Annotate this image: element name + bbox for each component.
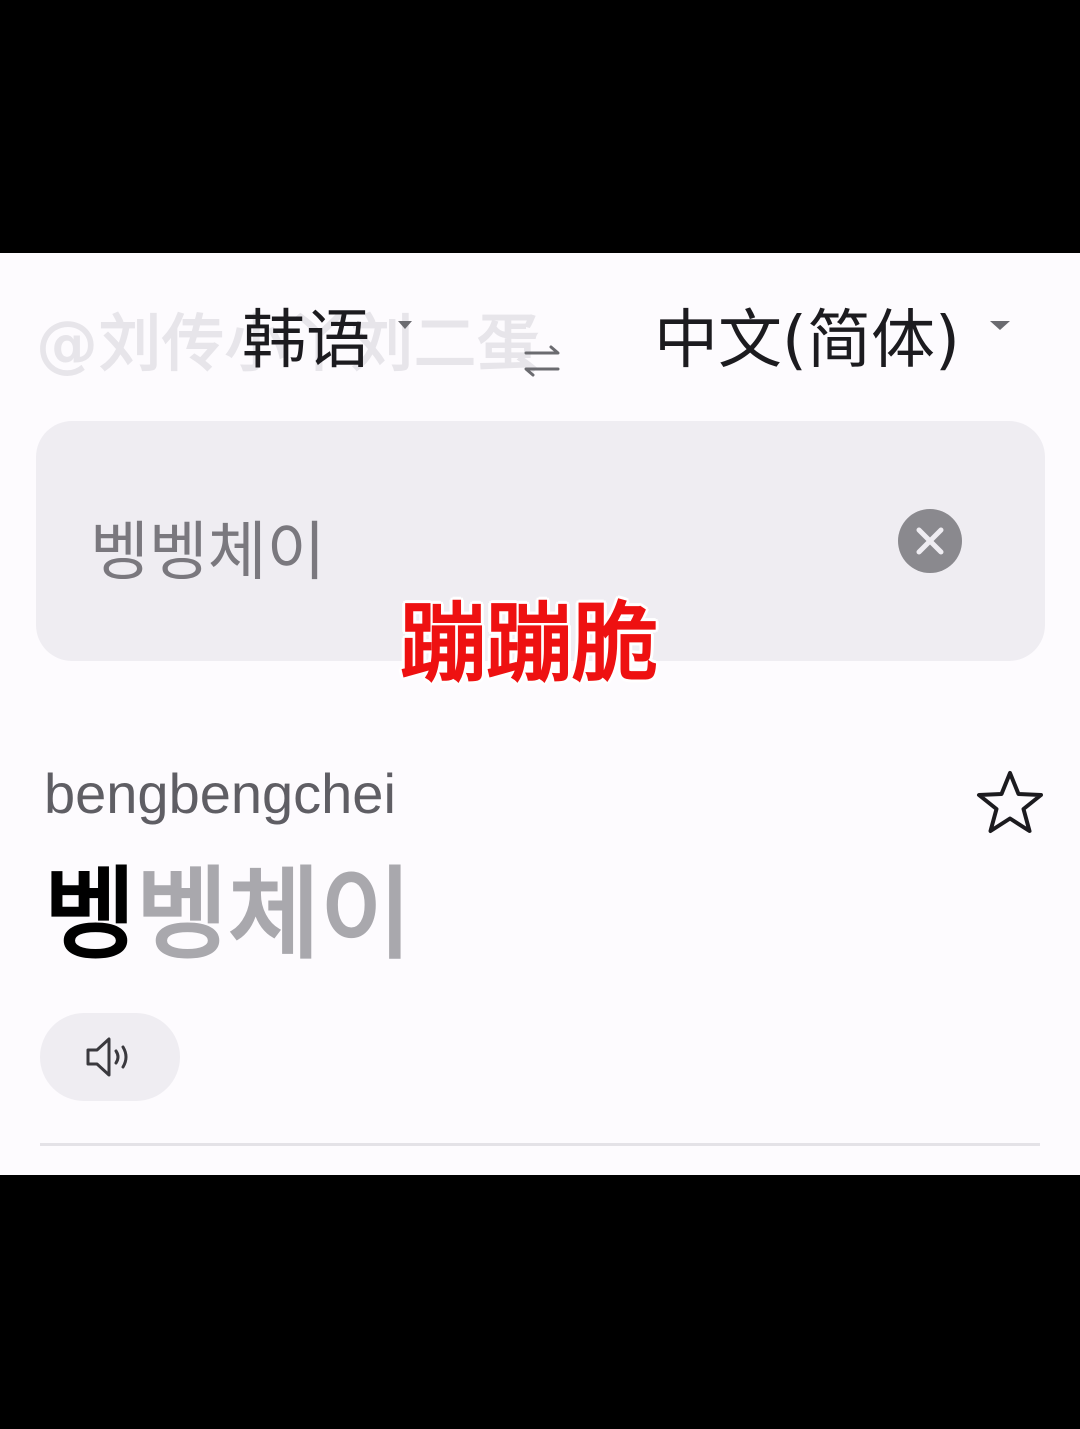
translation-result: 벵벵체이 bbox=[44, 833, 412, 978]
letterbox-top bbox=[0, 0, 1080, 253]
letterbox-bottom bbox=[0, 1175, 1080, 1429]
highlighted-syllable: 벵 bbox=[44, 856, 136, 973]
romanization-text: bengbengchei bbox=[44, 762, 396, 825]
source-text-input[interactable]: 벵벵체이 bbox=[90, 501, 326, 593]
language-bar: 韩语 中文(简体) bbox=[0, 253, 1080, 403]
source-language-selector[interactable]: 韩语 bbox=[242, 289, 370, 381]
caret-down-icon[interactable] bbox=[398, 321, 412, 329]
remaining-syllables: 벵체이 bbox=[136, 856, 412, 973]
target-language-selector[interactable]: 中文(简体) bbox=[654, 289, 960, 381]
video-caption: 蹦蹦脆 bbox=[400, 594, 658, 694]
translate-app: @刘传小丫刘二蛋 韩语 中文(简体) 벵벵체이 蹦蹦脆 bengbengchei… bbox=[0, 253, 1080, 1175]
clear-circle-icon[interactable] bbox=[898, 509, 962, 573]
speak-button[interactable] bbox=[40, 1013, 180, 1101]
divider bbox=[40, 1143, 1040, 1146]
swap-arrows-icon[interactable] bbox=[518, 339, 566, 383]
speaker-icon bbox=[86, 1037, 128, 1077]
caret-down-icon[interactable] bbox=[990, 321, 1010, 330]
star-outline-icon[interactable] bbox=[974, 767, 1046, 839]
